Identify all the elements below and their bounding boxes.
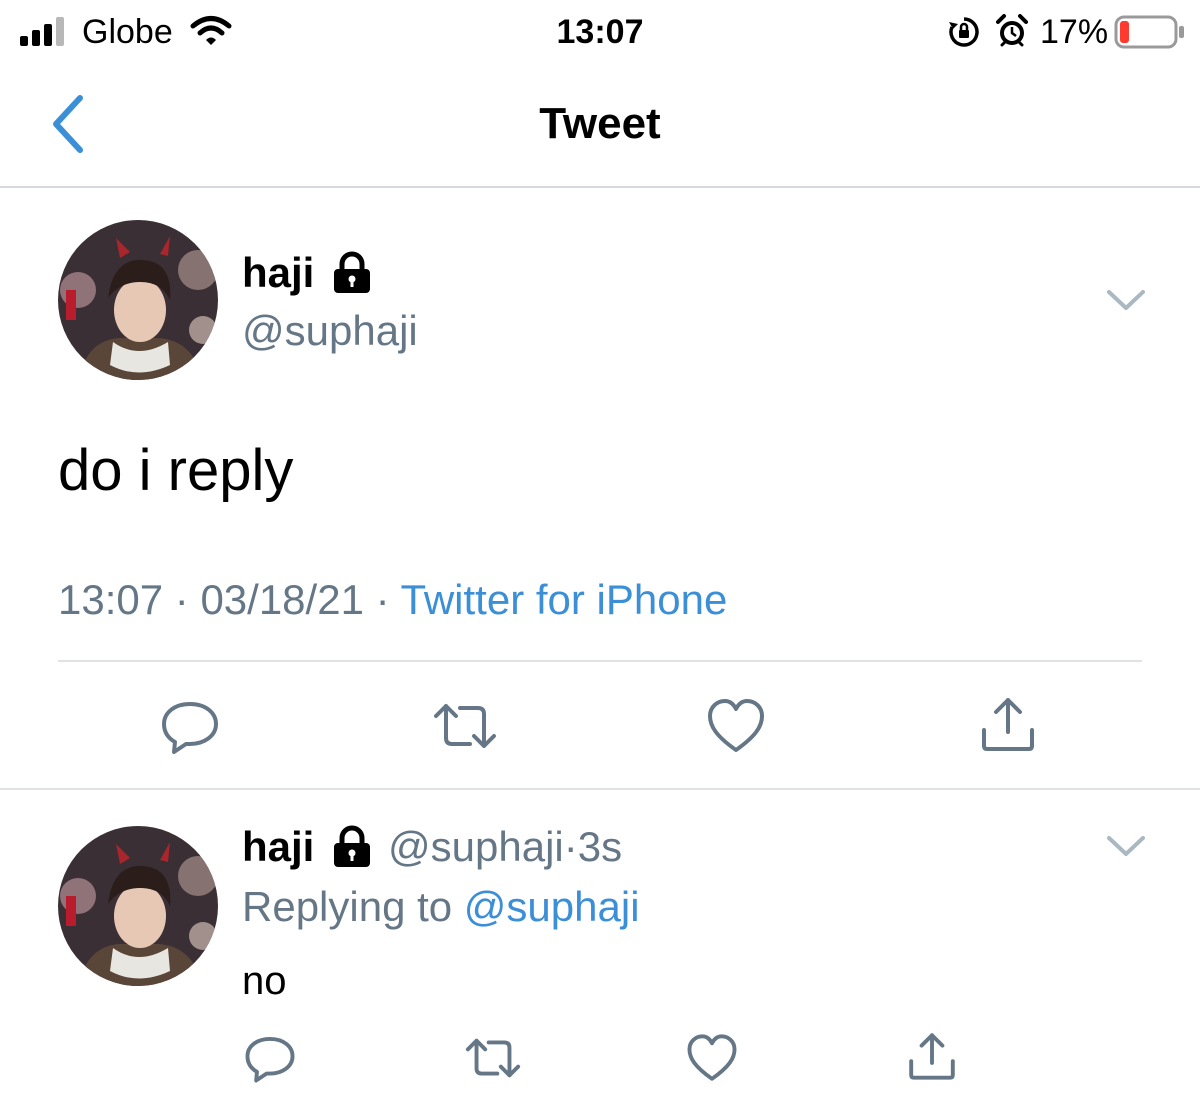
author-handle[interactable]: @suphaji	[242, 306, 418, 356]
navigation-bar: Tweet	[0, 64, 1200, 188]
like-button[interactable]	[706, 696, 766, 761]
share-button[interactable]	[906, 1030, 958, 1087]
author-name[interactable]: haji	[242, 248, 314, 298]
reply-button[interactable]	[244, 1032, 296, 1089]
reply-header-meta: @suphaji·3s	[388, 822, 622, 872]
tweet-meta: 13:07 · 03/18/21 · Twitter for iPhone	[58, 574, 727, 626]
retweet-icon	[434, 704, 496, 748]
avatar-photo	[58, 826, 218, 986]
status-bar: Globe 13:07 17%	[0, 0, 1200, 64]
avatar[interactable]	[58, 220, 218, 380]
meta-separator: ·	[375, 576, 401, 623]
alarm-icon	[996, 14, 1028, 47]
meta-separator: ·	[563, 823, 578, 870]
share-button[interactable]	[978, 694, 1038, 759]
chevron-down-icon[interactable]	[1106, 834, 1146, 858]
tweet-source-link[interactable]: Twitter for iPhone	[401, 576, 728, 623]
reply-text: no	[242, 959, 287, 1003]
divider	[58, 660, 1142, 662]
lock-icon	[334, 825, 370, 867]
reply-icon	[162, 702, 218, 754]
avatar[interactable]	[58, 826, 218, 986]
replying-to-handle[interactable]: @suphaji	[464, 883, 640, 930]
like-icon	[687, 1034, 737, 1081]
reply-button[interactable]	[160, 696, 220, 761]
battery-icon	[1114, 15, 1184, 49]
chevron-down-icon[interactable]	[1106, 288, 1146, 312]
page-title: Tweet	[539, 99, 661, 148]
retweet-icon	[465, 1038, 521, 1078]
replying-to: Replying to @suphaji	[242, 882, 640, 932]
share-icon	[909, 1033, 955, 1080]
author-handle[interactable]: @suphaji	[388, 823, 564, 870]
avatar-photo	[58, 220, 218, 380]
author-name[interactable]: haji	[242, 822, 314, 872]
lock-icon	[334, 251, 370, 293]
section-divider	[0, 788, 1200, 790]
reply-age: 3s	[577, 823, 623, 870]
battery-percentage: 17%	[1040, 13, 1109, 51]
like-button[interactable]	[686, 1032, 738, 1089]
share-icon	[982, 698, 1034, 751]
replying-to-label: Replying to	[242, 883, 453, 930]
rotation-lock-icon	[949, 17, 979, 47]
retweet-button[interactable]	[464, 1032, 522, 1089]
tweet-date: 03/18/21	[200, 576, 364, 623]
reply-icon	[245, 1036, 295, 1083]
meta-separator: ·	[174, 576, 201, 623]
tweet-time: 13:07	[58, 576, 164, 623]
tweet-text: do i reply	[58, 438, 294, 503]
retweet-button[interactable]	[432, 696, 498, 761]
like-icon	[708, 699, 764, 752]
